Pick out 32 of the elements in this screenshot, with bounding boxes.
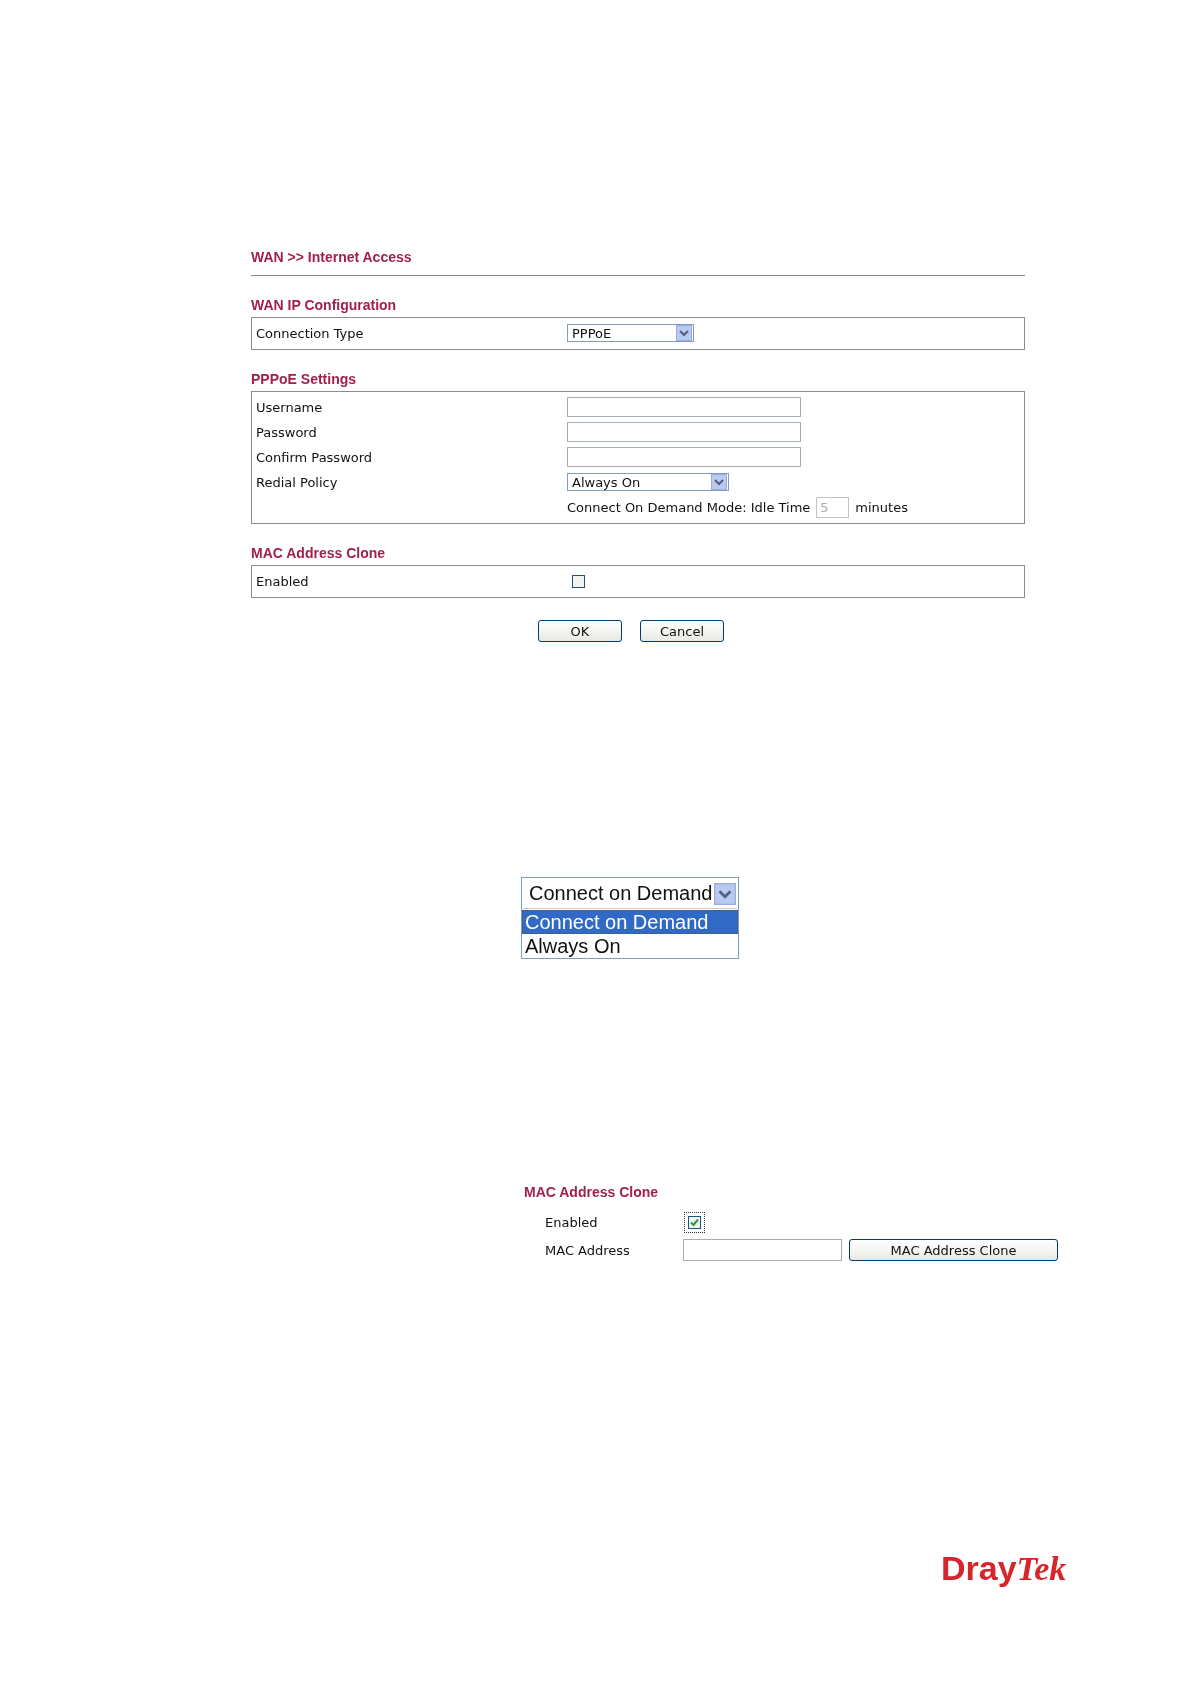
form-button[interactable]: OK: [538, 620, 622, 642]
idle-time-field[interactable]: 5: [816, 496, 850, 518]
section-title: PPPoE Settings: [251, 371, 357, 387]
text-field[interactable]: [567, 397, 801, 417]
dropdown-option[interactable]: Connect on Demand: [522, 910, 738, 934]
field-label: Confirm Password: [256, 449, 374, 465]
form-button[interactable]: Cancel: [640, 620, 724, 642]
mac-clone-button[interactable]: MAC Address Clone: [849, 1239, 1058, 1261]
dropdown[interactable]: PPPoE: [567, 324, 694, 342]
chevron-down-icon: [714, 881, 736, 906]
field-label: Enabled: [545, 1214, 599, 1230]
field-label: Enabled: [256, 573, 310, 589]
dropdown-option[interactable]: Always On: [522, 934, 738, 958]
field-label: Username: [256, 399, 324, 415]
chevron-down-icon: [676, 325, 692, 341]
logo: DrayTek: [941, 1549, 1067, 1588]
field-label: Password: [256, 424, 318, 440]
text-field[interactable]: [567, 422, 801, 442]
section-title: MAC Address Clone: [251, 545, 386, 561]
field-label: Connect On Demand Mode: Idle Time: [567, 499, 811, 515]
section-title: WAN IP Configuration: [251, 297, 397, 313]
mac-address-field[interactable]: [683, 1239, 842, 1261]
field-label: MAC Address: [545, 1242, 631, 1258]
text-field[interactable]: [567, 447, 801, 467]
checkbox[interactable]: [572, 574, 585, 588]
breadcrumb-title: WAN >> Internet Access: [251, 249, 412, 265]
field-label: Connection Type: [256, 325, 365, 341]
dropdown[interactable]: Always On: [567, 473, 729, 491]
chevron-down-icon: [711, 474, 727, 490]
section-title: MAC Address Clone: [524, 1184, 659, 1200]
unit-label: minutes: [855, 499, 908, 515]
field-label: Redial Policy: [256, 474, 339, 490]
